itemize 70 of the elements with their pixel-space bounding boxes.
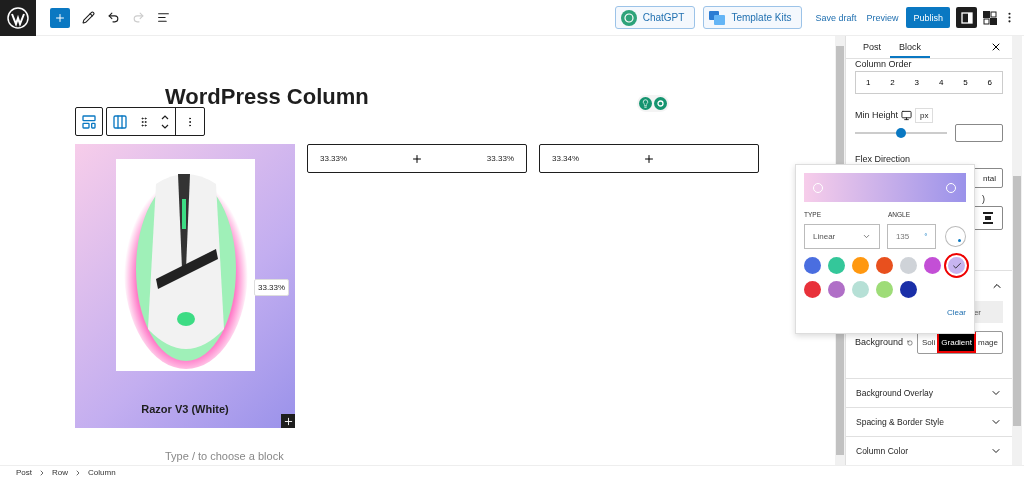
- background-type-option[interactable]: Soli: [919, 335, 938, 350]
- scrollbar[interactable]: [1012, 36, 1022, 465]
- gradient-swatch[interactable]: [804, 257, 821, 274]
- chatgpt-icon: [620, 9, 637, 26]
- blocks-icon[interactable]: [983, 10, 997, 25]
- preview-link[interactable]: Preview: [861, 12, 904, 23]
- width-label: 33.33%: [320, 154, 348, 163]
- field-label: Column Order: [855, 59, 913, 70]
- sidebar-tab[interactable]: Block: [890, 36, 931, 58]
- unit-selector[interactable]: px: [915, 108, 934, 123]
- field-label: Min Height: [855, 110, 899, 121]
- post-title[interactable]: WordPress Column: [165, 86, 835, 108]
- width-label: 33.33%: [486, 154, 514, 163]
- gradient-swatch[interactable]: [876, 257, 893, 274]
- gradient-swatch[interactable]: [804, 281, 821, 298]
- breadcrumb-item[interactable]: Row: [52, 468, 69, 477]
- breadcrumb-item[interactable]: Column: [88, 468, 116, 477]
- publish-button[interactable]: Publish: [906, 7, 950, 28]
- number-input[interactable]: [955, 124, 1003, 142]
- gradient-swatch[interactable]: [828, 257, 845, 274]
- field-label: ): [982, 194, 985, 204]
- field-label: Flex Direction: [855, 154, 911, 165]
- reset-icon[interactable]: [907, 338, 913, 347]
- template-kits-icon: [709, 10, 726, 25]
- sidebar-icon: [960, 11, 973, 24]
- template-kits-button[interactable]: Template Kits: [703, 6, 803, 29]
- undo-icon[interactable]: [107, 11, 120, 24]
- clear-link[interactable]: Clear: [946, 308, 966, 317]
- gradient-swatch[interactable]: [900, 257, 917, 274]
- check-icon: [951, 260, 962, 271]
- field-label: Background: [855, 337, 904, 348]
- plus-icon: [54, 11, 66, 24]
- settings-toggle-button[interactable]: [956, 7, 977, 28]
- plus-icon: [282, 415, 294, 427]
- grammarly-icon[interactable]: [654, 97, 667, 110]
- column-block[interactable]: 33.34%: [539, 144, 759, 173]
- chevron-down-icon: [861, 232, 871, 241]
- gradient-swatch[interactable]: [852, 257, 869, 274]
- gradient-swatch[interactable]: [900, 281, 917, 298]
- width-badge: 33.33%: [254, 279, 290, 296]
- background-type-option[interactable]: mage: [976, 335, 1000, 350]
- chevron-icon: [38, 468, 46, 477]
- align-center-icon: [982, 212, 994, 224]
- block-placeholder[interactable]: Type / to choose a block: [165, 450, 284, 462]
- add-block-icon[interactable]: [643, 152, 655, 165]
- chatgpt-button[interactable]: ChatGPT: [614, 6, 696, 29]
- gradient-swatch[interactable]: [828, 281, 845, 298]
- save-draft-link[interactable]: Save draft: [810, 12, 862, 23]
- column-block[interactable]: 33.33% 33.33%: [307, 144, 527, 173]
- add-block-button[interactable]: [281, 414, 295, 428]
- desktop-icon[interactable]: [901, 110, 913, 121]
- add-block-icon[interactable]: [411, 152, 423, 165]
- gradient-swatch[interactable]: [924, 257, 941, 274]
- angle-input[interactable]: 135 °: [886, 224, 937, 249]
- list-view-icon[interactable]: [157, 11, 170, 24]
- gradient-swatch[interactable]: [852, 281, 869, 298]
- slider-thumb[interactable]: [896, 128, 906, 138]
- width-label: 33.34%: [552, 154, 580, 163]
- lightbulb-icon[interactable]: [639, 97, 652, 110]
- sidebar-tab[interactable]: Post: [854, 36, 890, 58]
- wordpress-logo[interactable]: [0, 0, 36, 36]
- background-type-option[interactable]: Gradient: [937, 332, 976, 353]
- breadcrumb-item[interactable]: Post: [16, 468, 32, 477]
- column-block[interactable]: 33.33% Razor V3 (White): [75, 144, 295, 428]
- close-icon[interactable]: [990, 41, 1002, 53]
- pencil-icon[interactable]: [82, 11, 95, 24]
- gradient-swatch[interactable]: [948, 257, 965, 274]
- gradient-swatch[interactable]: [876, 281, 893, 298]
- image-caption: Razor V3 (White): [141, 403, 229, 415]
- type-select[interactable]: Linear: [804, 224, 880, 249]
